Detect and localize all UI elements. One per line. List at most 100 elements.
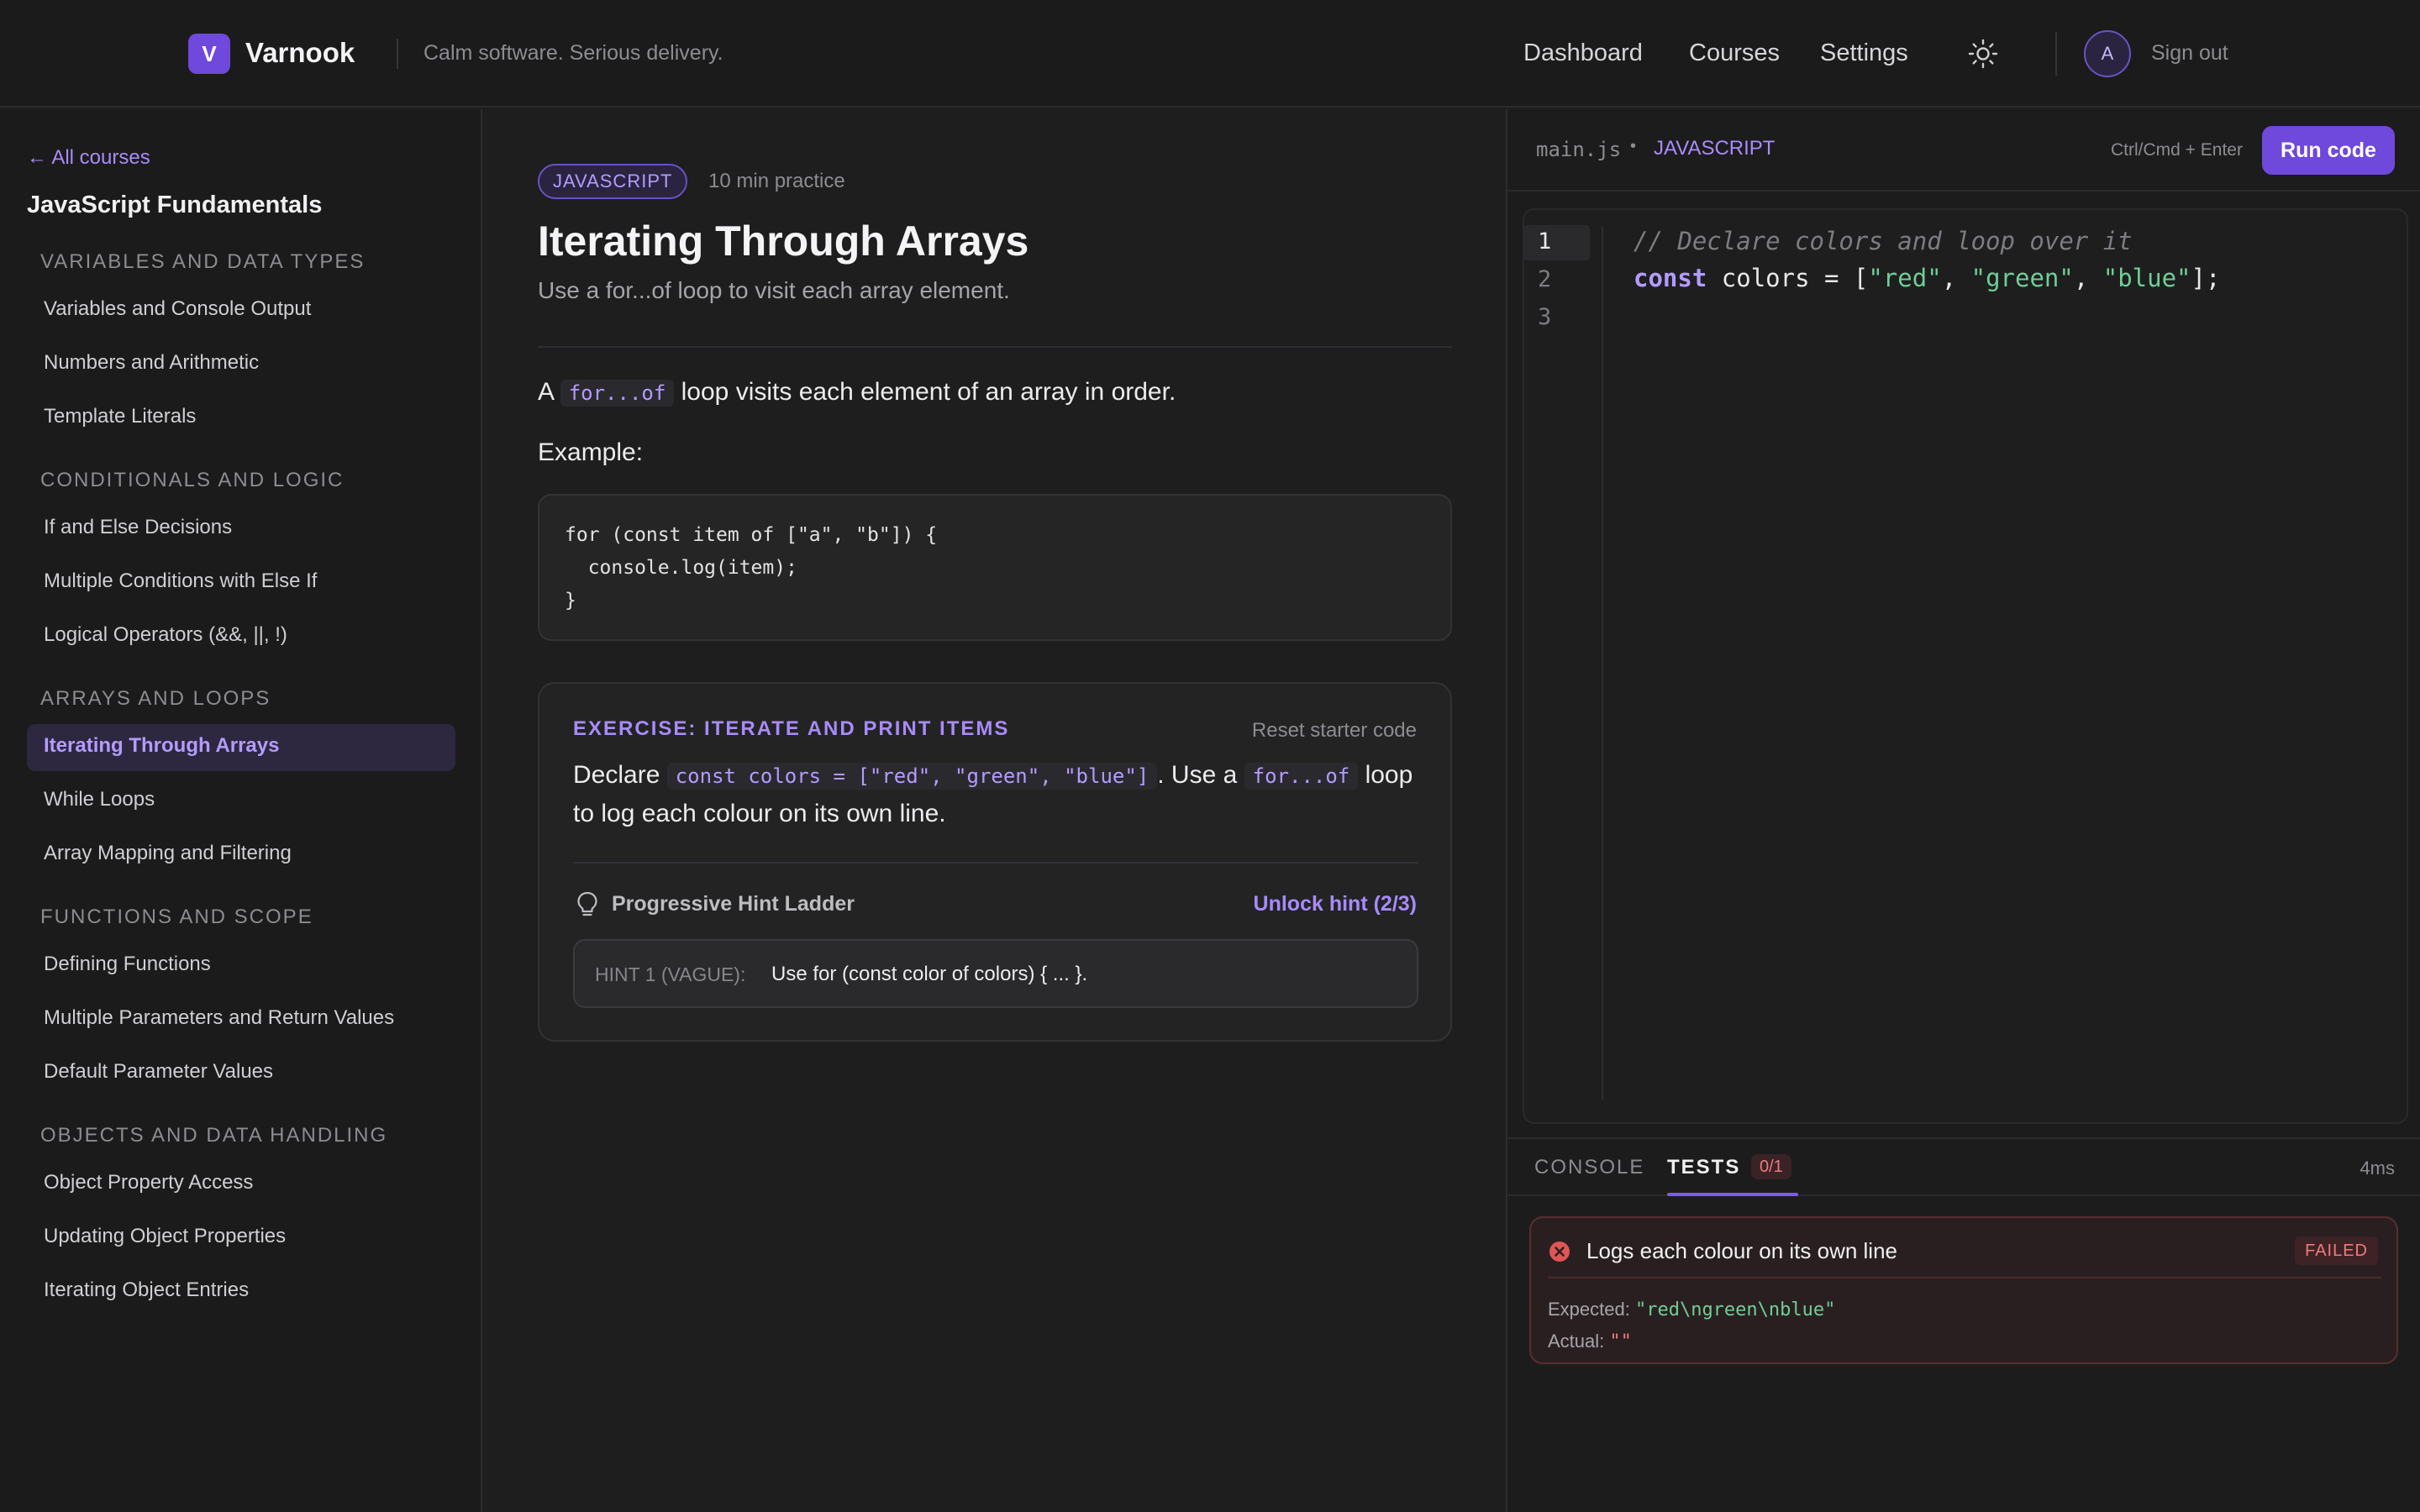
editor-panel: main.js • JAVASCRIPT Ctrl/Cmd + Enter Ru… bbox=[1506, 109, 2420, 1512]
active-tab-indicator bbox=[1667, 1193, 1798, 1196]
exercise-title: EXERCISE: ITERATE AND PRINT ITEMS bbox=[573, 717, 1010, 740]
hint-box: HINT 1 (VAGUE): Use for (const color of … bbox=[573, 939, 1418, 1008]
section-heading: OBJECTS AND DATA HANDLING bbox=[40, 1124, 388, 1147]
sidebar-item[interactable]: Object Property Access bbox=[44, 1171, 253, 1194]
expected-value: "red\ngreen\nblue" bbox=[1634, 1299, 1836, 1320]
code-line: // Declare colors and loop over it bbox=[1634, 227, 2133, 255]
sidebar-item[interactable]: If and Else Decisions bbox=[44, 516, 232, 539]
code-token: "green" bbox=[1970, 264, 2074, 292]
code-editor[interactable]: 1 2 3 // Declare colors and loop over it… bbox=[1523, 208, 2408, 1124]
error-icon bbox=[1549, 1242, 1570, 1262]
sidebar-item-active[interactable]: Iterating Through Arrays bbox=[44, 734, 279, 758]
separator: • bbox=[1630, 137, 1637, 155]
tests-count-badge: 0/1 bbox=[1751, 1154, 1791, 1179]
line-number: 1 bbox=[1538, 228, 1552, 255]
sidebar-item[interactable]: Multiple Conditions with Else If bbox=[44, 570, 317, 593]
lightbulb-icon bbox=[577, 891, 597, 916]
sidebar-item[interactable]: Variables and Console Output bbox=[44, 297, 311, 321]
lesson-duration: 10 min practice bbox=[708, 170, 845, 192]
sidebar-item[interactable]: Default Parameter Values bbox=[44, 1060, 273, 1084]
sign-out-link[interactable]: Sign out bbox=[2151, 41, 2228, 66]
code-token: "red" bbox=[1868, 264, 1942, 292]
instruction-text: Declare bbox=[573, 761, 660, 789]
sidebar-item[interactable]: Updating Object Properties bbox=[44, 1225, 286, 1248]
line-number: 2 bbox=[1538, 266, 1552, 292]
sidebar-item[interactable]: Template Literals bbox=[44, 405, 196, 428]
course-sidebar: ← All courses JavaScript Fundamentals VA… bbox=[0, 109, 482, 1512]
exercise-instructions: Declare const colors = ["red", "green", … bbox=[573, 761, 1413, 790]
file-name: main.js bbox=[1536, 138, 1622, 161]
language-badge: JAVASCRIPT bbox=[538, 164, 688, 199]
exercise-card: EXERCISE: ITERATE AND PRINT ITEMS Reset … bbox=[538, 682, 1452, 1042]
editor-toolbar: main.js • JAVASCRIPT Ctrl/Cmd + Enter Ru… bbox=[1507, 109, 2420, 192]
actual-value: "" bbox=[1609, 1331, 1632, 1352]
code-token: ]; bbox=[2191, 264, 2221, 292]
editor-language: JAVASCRIPT bbox=[1654, 137, 1776, 160]
sidebar-item[interactable]: Array Mapping and Filtering bbox=[44, 842, 292, 865]
tab-console[interactable]: CONSOLE bbox=[1534, 1156, 1644, 1179]
course-title: JavaScript Fundamentals bbox=[27, 192, 323, 218]
sidebar-item[interactable]: While Loops bbox=[44, 788, 155, 811]
nav-courses[interactable]: Courses bbox=[1689, 39, 1780, 67]
unlock-hint-button[interactable]: Unlock hint (2/3) bbox=[1254, 892, 1417, 916]
tab-tests[interactable]: TESTS bbox=[1667, 1156, 1740, 1179]
lesson-intro: A for...of loop visits each element of a… bbox=[538, 378, 1176, 407]
run-time: 4ms bbox=[2360, 1158, 2395, 1179]
logo-mark[interactable]: V bbox=[188, 34, 230, 74]
avatar[interactable]: A bbox=[2084, 30, 2131, 77]
expected-label: Expected: bbox=[1548, 1299, 1630, 1320]
section-heading: ARRAYS AND LOOPS bbox=[40, 687, 271, 710]
status-badge: FAILED bbox=[2295, 1236, 2378, 1265]
all-courses-link[interactable]: ← All courses bbox=[27, 146, 150, 170]
instruction-text: to log each colour on its own line. bbox=[573, 800, 946, 827]
instruction-text: loop bbox=[1365, 761, 1413, 789]
actual-line: Actual: "" bbox=[1548, 1331, 1632, 1352]
intro-text: loop visits each element of an array in … bbox=[681, 378, 1176, 406]
test-name: Logs each colour on its own line bbox=[1586, 1238, 1898, 1263]
test-result-card: Logs each colour on its own line FAILED … bbox=[1529, 1216, 2398, 1364]
header-divider bbox=[397, 39, 398, 69]
divider bbox=[538, 346, 1452, 348]
hint-text: Use for (const color of colors) { ... }. bbox=[771, 963, 1088, 985]
example-code-block: for (const item of ["a", "b"]) { console… bbox=[538, 494, 1452, 641]
actual-label: Actual: bbox=[1548, 1331, 1605, 1352]
instruction-text: . Use a bbox=[1157, 761, 1238, 789]
sidebar-item[interactable]: Multiple Parameters and Return Values bbox=[44, 1006, 394, 1030]
nav-settings[interactable]: Settings bbox=[1820, 39, 1908, 67]
lesson-title: Iterating Through Arrays bbox=[538, 218, 1029, 265]
inline-code: for...of bbox=[1244, 763, 1359, 790]
hint-ladder-label: Progressive Hint Ladder bbox=[612, 892, 855, 916]
hint-tag: HINT 1 (VAGUE): bbox=[595, 963, 746, 985]
sidebar-item[interactable]: Numbers and Arithmetic bbox=[44, 351, 259, 375]
expected-line: Expected: "red\ngreen\nblue" bbox=[1548, 1299, 1835, 1320]
inline-code: for...of bbox=[560, 380, 675, 407]
sidebar-item[interactable]: Defining Functions bbox=[44, 953, 211, 976]
brand-name[interactable]: Varnook bbox=[245, 37, 355, 69]
section-heading: CONDITIONALS AND LOGIC bbox=[40, 469, 345, 491]
nav-dashboard[interactable]: Dashboard bbox=[1523, 39, 1643, 67]
reset-starter-code-button[interactable]: Reset starter code bbox=[1252, 719, 1417, 743]
run-shortcut-hint: Ctrl/Cmd + Enter bbox=[2111, 140, 2243, 160]
inline-code: const colors = ["red", "green", "blue"] bbox=[666, 763, 1158, 790]
header-divider bbox=[2055, 32, 2057, 76]
divider bbox=[573, 862, 1418, 864]
top-header: V Varnook Calm software. Serious deliver… bbox=[0, 0, 2420, 108]
output-tabs: CONSOLE TESTS 0/1 4ms bbox=[1507, 1137, 2420, 1196]
code-line: const colors = ["red", "green", "blue"]; bbox=[1634, 264, 2220, 292]
code-token: "blue" bbox=[2102, 264, 2191, 292]
intro-text: A bbox=[538, 378, 554, 406]
line-number: 3 bbox=[1538, 304, 1552, 330]
lesson-subtitle: Use a for...of loop to visit each array … bbox=[538, 277, 1010, 303]
code-token: , bbox=[1941, 264, 1971, 292]
code-token: colors = [ bbox=[1707, 264, 1869, 292]
sidebar-item[interactable]: Logical Operators (&&, ||, !) bbox=[44, 623, 287, 647]
divider bbox=[1548, 1277, 2381, 1278]
section-heading: VARIABLES AND DATA TYPES bbox=[40, 250, 366, 273]
run-code-button[interactable]: Run code bbox=[2262, 126, 2395, 175]
gutter-divider bbox=[1602, 227, 1603, 1100]
sun-icon[interactable] bbox=[1968, 39, 1998, 69]
tagline: Calm software. Serious delivery. bbox=[424, 41, 723, 65]
example-label: Example: bbox=[538, 438, 644, 466]
code-token: const bbox=[1634, 264, 1707, 292]
sidebar-item[interactable]: Iterating Object Entries bbox=[44, 1278, 249, 1302]
